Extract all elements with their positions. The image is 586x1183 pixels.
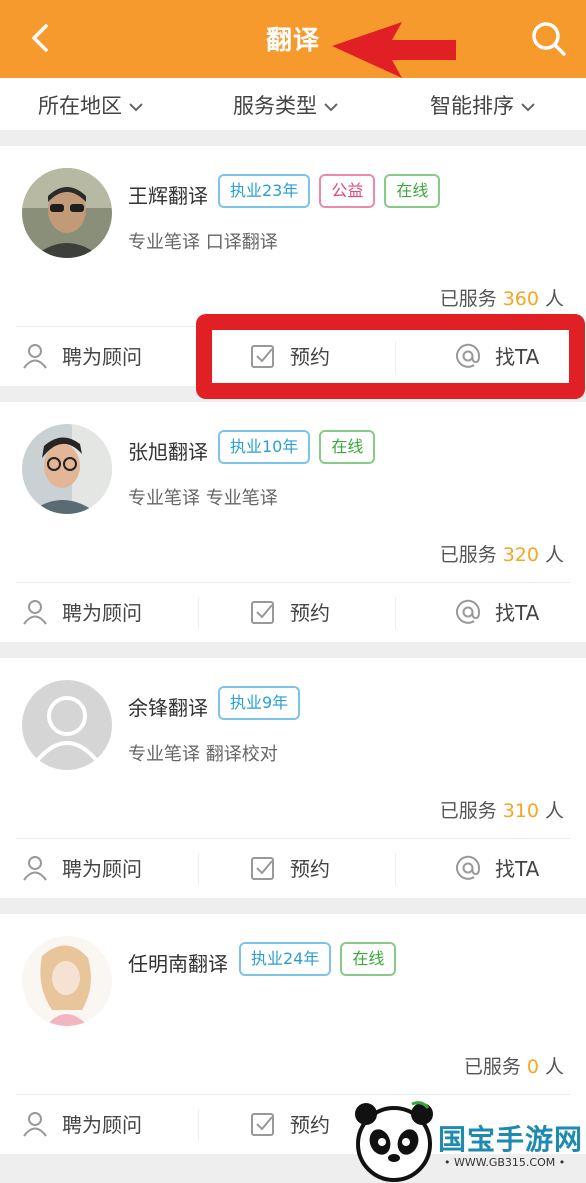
filter-region-label: 所在地区 [38,94,122,118]
book-button[interactable]: 预约 [250,1109,330,1138]
filter-service-type-label: 服务类型 [233,94,317,118]
served-count: 已服务 0 人 [464,1052,564,1079]
person-icon [23,855,47,881]
badge-group: 执业9年 [218,686,301,720]
contact-label: 找TA [495,601,540,625]
contact-button[interactable]: 找TA [455,853,539,882]
served-number: 310 [502,800,539,822]
contact-label: 找TA [495,857,540,881]
served-count: 已服务 360 人 [440,284,564,311]
filter-smart-sort[interactable]: 智能排序 [430,90,536,120]
service-tags: 专业笔译 专业笔译 [128,488,278,509]
hire-consultant-button[interactable]: 聘为顾问 [22,853,142,882]
at-sign-icon [456,599,481,624]
person-icon [23,343,47,369]
served-number: 0 [526,1056,539,1078]
filter-bar: 所在地区 服务类型 智能排序 [0,78,586,130]
served-suffix: 人 [544,800,564,822]
hire-consultant-label: 聘为顾问 [62,1113,142,1137]
divider [395,597,396,629]
card-actions: 聘为顾问 预约 找TA [0,839,586,898]
filter-region[interactable]: 所在地区 [38,90,144,120]
translator-name: 王辉翻译 [128,184,208,208]
served-suffix: 人 [544,544,564,566]
translator-name: 余锋翻译 [128,696,208,720]
book-button[interactable]: 预约 [250,853,330,882]
served-prefix: 已服务 [439,800,497,822]
person-icon [23,1111,47,1137]
served-number: 360 [502,288,539,310]
checkbox-icon [251,600,274,624]
public-welfare-badge: 公益 [319,174,376,208]
experience-badge: 执业9年 [218,686,301,720]
contact-button[interactable]: 找TA [455,597,539,626]
hire-consultant-button[interactable]: 聘为顾问 [22,597,142,626]
avatar [22,936,112,1026]
online-badge: 在线 [340,942,397,976]
checkbox-icon [251,856,274,880]
avatar [22,168,112,258]
served-prefix: 已服务 [463,1056,521,1078]
divider [198,597,199,629]
hire-consultant-label: 聘为顾问 [62,857,142,881]
service-tags: 专业笔译 翻译校对 [128,744,278,765]
translator-name: 任明南翻译 [128,952,228,976]
experience-badge: 执业10年 [218,430,311,464]
served-prefix: 已服务 [439,288,497,310]
annotation-highlight-box [196,314,585,399]
translator-card[interactable]: 余锋翻译 执业9年 专业笔译 翻译校对 已服务 310 人 聘为顾问 预约 找TA [0,658,586,898]
hire-consultant-label: 聘为顾问 [62,601,142,625]
badge-group: 执业23年 公益 在线 [218,174,441,208]
search-icon[interactable] [528,18,568,58]
watermark-url: • WWW.GB315.COM • [444,1156,566,1169]
avatar [22,424,112,514]
online-badge: 在线 [384,174,441,208]
watermark: 国宝手游网 • WWW.GB315.COM • [352,1100,586,1183]
book-button[interactable]: 预约 [250,597,330,626]
divider [198,853,199,885]
translator-name: 张旭翻译 [128,440,208,464]
service-tags: 专业笔译 口译翻译 [128,232,278,253]
served-prefix: 已服务 [439,544,497,566]
divider [198,1109,199,1141]
hire-consultant-button[interactable]: 聘为顾问 [22,341,142,370]
hire-consultant-label: 聘为顾问 [62,345,142,369]
badge-group: 执业24年 在线 [239,942,397,976]
filter-smart-sort-label: 智能排序 [430,94,514,118]
served-number: 320 [502,544,539,566]
book-label: 预约 [290,1113,330,1137]
online-badge: 在线 [319,430,376,464]
translator-card[interactable]: 张旭翻译 执业10年 在线 专业笔译 专业笔译 已服务 320 人 聘为顾问 预约 … [0,402,586,642]
at-sign-icon [456,855,481,880]
book-label: 预约 [290,601,330,625]
chevron-down-icon [521,103,535,112]
chevron-down-icon [324,103,338,112]
annotation-arrow [332,22,456,78]
served-suffix: 人 [544,1056,564,1078]
hire-consultant-button[interactable]: 聘为顾问 [22,1109,142,1138]
served-count: 已服务 310 人 [440,796,564,823]
page-title: 翻译 [265,26,320,56]
checkbox-icon [251,1112,274,1136]
panda-logo-icon [355,1101,433,1182]
badge-group: 执业10年 在线 [218,430,376,464]
experience-badge: 执业23年 [218,174,311,208]
experience-badge: 执业24年 [239,942,332,976]
book-label: 预约 [290,857,330,881]
chevron-down-icon [129,103,143,112]
card-actions: 聘为顾问 预约 找TA [0,583,586,642]
served-count: 已服务 320 人 [440,540,564,567]
watermark-brand: 国宝手游网 [438,1123,584,1156]
top-bar: 翻译 [0,0,586,78]
served-suffix: 人 [544,288,564,310]
person-icon [23,599,47,625]
avatar [22,680,112,770]
filter-service-type[interactable]: 服务类型 [233,90,339,120]
divider [395,853,396,885]
